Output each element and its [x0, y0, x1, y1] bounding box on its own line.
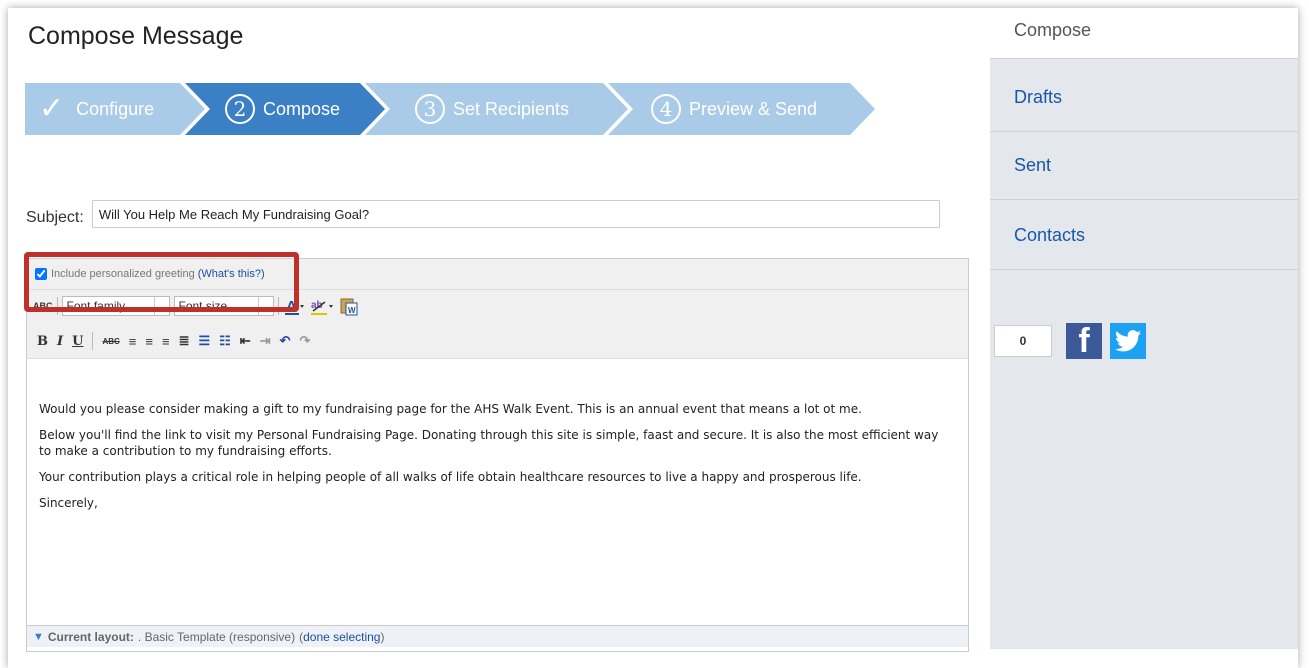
align-right-icon[interactable]: ≡	[162, 334, 170, 349]
main-panel: Compose Message ✓ Configure 2 Compose 3 …	[8, 8, 990, 652]
layout-link-wrap: (done selecting)	[299, 629, 385, 644]
twitter-bird	[1115, 330, 1141, 352]
message-paragraph: Sincerely,	[39, 496, 98, 510]
subject-row: Subject:	[26, 200, 940, 228]
step-number: 4	[651, 94, 681, 124]
svg-text:W: W	[348, 306, 356, 315]
subject-label: Subject:	[26, 209, 84, 226]
highlight-annotation	[24, 252, 299, 312]
align-justify-icon[interactable]: ≣	[179, 333, 190, 349]
message-paragraph: Below you'll find the link to visit my P…	[39, 428, 939, 458]
strikethrough-button[interactable]: ABC	[102, 337, 119, 346]
sidebar-item-sent[interactable]: Sent	[990, 132, 1298, 200]
italic-button[interactable]: I	[57, 334, 63, 349]
highlight-color-button[interactable]: ab	[309, 296, 335, 316]
subject-input[interactable]	[91, 200, 940, 228]
current-layout-bar: ▼ Current layout: . Basic Template (resp…	[27, 625, 968, 647]
step-label: Preview & Send	[689, 98, 818, 119]
paste-word-button[interactable]: W	[339, 296, 359, 316]
share-count: 0	[994, 325, 1052, 357]
layout-value: . Basic Template (responsive)	[137, 629, 296, 644]
layout-label: Current layout:	[47, 629, 134, 644]
message-paragraph: Your contribution plays a critical role …	[39, 470, 862, 484]
highlight-icon: ab	[310, 300, 333, 315]
paste-word-icon: W	[340, 298, 357, 316]
check-icon: ✓	[39, 92, 65, 125]
numbered-list-icon[interactable]: ☷	[219, 333, 231, 349]
step-configure[interactable]: ✓ Configure	[39, 83, 154, 135]
step-preview-send[interactable]: 4 Preview & Send	[651, 83, 817, 135]
sidebar-item-drafts[interactable]: Drafts	[990, 64, 1298, 132]
align-left-icon[interactable]: ≡	[129, 334, 137, 349]
message-paragraph: Would you please consider making a gift …	[39, 402, 862, 416]
align-center-icon[interactable]: ≡	[145, 334, 153, 349]
sidebar: Compose Drafts Sent Contacts 0 f	[990, 8, 1298, 649]
step-compose[interactable]: 2 Compose	[225, 83, 340, 135]
redo-icon[interactable]: ↷	[300, 333, 311, 349]
triangle-down-icon[interactable]: ▼	[33, 631, 44, 643]
facebook-icon[interactable]: f	[1066, 322, 1102, 360]
page-title: Compose Message	[28, 22, 244, 50]
message-editor: Include personalized greeting (What's th…	[26, 258, 969, 652]
message-body[interactable]: Would you please consider making a gift …	[39, 401, 944, 521]
underline-button[interactable]: U	[72, 334, 83, 349]
sidebar-item-contacts[interactable]: Contacts	[990, 202, 1298, 270]
bullet-list-icon[interactable]: ☰	[198, 333, 210, 349]
done-selecting-link[interactable]: done selecting	[303, 630, 380, 644]
toolbar-row-2: B I U ABC ≡ ≡ ≡ ≣ ☰ ☷ ⇤ ⇥ ↶ ↷	[37, 332, 310, 350]
indent-icon[interactable]: ⇥	[260, 333, 271, 349]
step-set-recipients[interactable]: 3 Set Recipients	[415, 83, 569, 135]
step-label: Configure	[76, 98, 155, 119]
step-label: Set Recipients	[453, 98, 570, 119]
divider	[92, 332, 94, 350]
step-number: 3	[415, 94, 445, 124]
twitter-icon[interactable]	[1110, 323, 1146, 359]
bold-button[interactable]: B	[37, 334, 48, 349]
step-number: 2	[225, 94, 255, 124]
step-label: Compose	[263, 98, 341, 119]
outdent-icon[interactable]: ⇤	[240, 333, 251, 349]
wizard-steps: ✓ Configure 2 Compose 3 Set Recipients 4…	[25, 83, 875, 135]
share-buttons: 0 f	[994, 322, 1146, 360]
undo-icon[interactable]: ↶	[280, 333, 291, 349]
sidebar-item-compose[interactable]: Compose	[990, 8, 1298, 59]
